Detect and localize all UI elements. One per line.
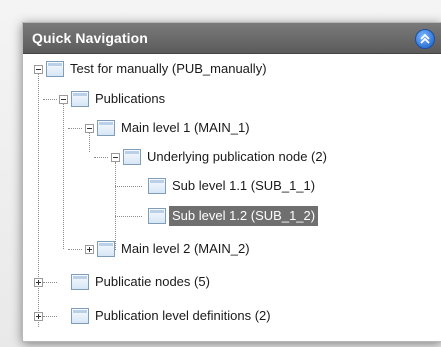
publication-node-icon (71, 308, 89, 324)
tree-node-sub-level-1-1[interactable]: Sub level 1.1 (SUB_1_1) (169, 176, 318, 196)
publication-node-icon (97, 120, 115, 136)
window-frame: Quick Navigation Test for manually (PUB_… (0, 0, 441, 347)
tree-connector (63, 103, 64, 249)
tree-node-sub-level-1-2[interactable]: Sub level 1.2 (SUB_1_2) (169, 206, 319, 226)
double-chevron-up-icon (420, 33, 430, 44)
tree-connector (89, 132, 90, 152)
publication-node-icon (46, 61, 64, 77)
panel-header: Quick Navigation (23, 23, 441, 54)
collapse-panel-button[interactable] (415, 29, 435, 49)
tree-node-publications[interactable]: Publications (92, 89, 168, 109)
tree-connector (115, 216, 142, 217)
collapse-toggle[interactable] (111, 153, 120, 162)
publication-node-icon (71, 91, 89, 107)
publication-node-icon (71, 274, 89, 290)
expand-toggle[interactable] (34, 312, 43, 321)
tree-connector (68, 249, 82, 250)
tree-node-main-level-1[interactable]: Main level 1 (MAIN_1) (118, 118, 253, 138)
expand-toggle[interactable] (85, 245, 94, 254)
quick-navigation-panel: Quick Navigation Test for manually (PUB_… (22, 22, 441, 342)
tree-node-publicatie-nodes[interactable]: Publicatie nodes (5) (92, 272, 213, 292)
collapse-toggle[interactable] (85, 124, 94, 133)
tree-connector (115, 162, 116, 250)
expand-toggle[interactable] (34, 278, 43, 287)
tree-node-main-level-2[interactable]: Main level 2 (MAIN_2) (118, 239, 253, 259)
collapse-toggle[interactable] (59, 95, 68, 104)
tree-connector (43, 99, 57, 100)
publication-node-icon (148, 208, 166, 224)
publication-node-icon (123, 149, 141, 165)
tree-connector (94, 157, 108, 158)
panel-title: Quick Navigation (32, 30, 148, 46)
tree-connector (43, 316, 57, 317)
tree-node-underlying-publication-node[interactable]: Underlying publication node (2) (144, 147, 330, 167)
navigation-tree: Test for manually (PUB_manually) Publica… (23, 54, 441, 341)
tree-connector (68, 128, 82, 129)
tree-connector (115, 186, 142, 187)
publication-node-icon (97, 241, 115, 257)
tree-node-publication-level-definitions[interactable]: Publication level definitions (2) (92, 306, 274, 326)
tree-connector (43, 282, 57, 283)
tree-node-test-for-manually[interactable]: Test for manually (PUB_manually) (67, 59, 270, 79)
collapse-toggle[interactable] (34, 65, 43, 74)
publication-node-icon (148, 178, 166, 194)
tree-connector (38, 73, 39, 327)
